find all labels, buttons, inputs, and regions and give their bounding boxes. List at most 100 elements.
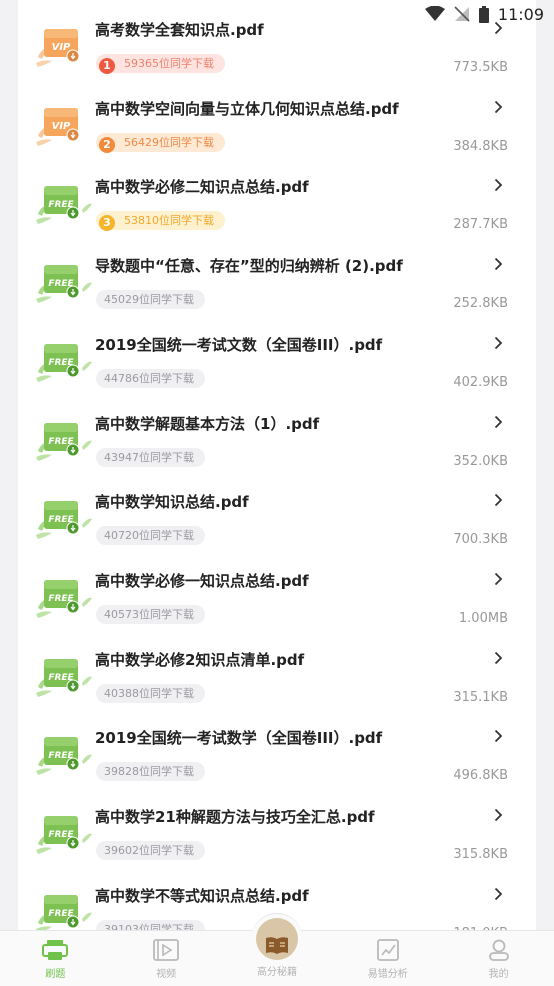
status-time: 11:09	[497, 4, 544, 24]
free-file-icon: FREE	[36, 810, 96, 854]
file-size: 287.7KB	[453, 217, 508, 233]
analysis-icon	[376, 939, 399, 961]
file-row[interactable]: VIP 高中数学空间向量与立体几何知识点总结.pdf 2 56429位同学下载 384…	[18, 78, 536, 157]
nav-item-practice[interactable]: 刷题	[0, 931, 111, 986]
free-file-icon: FREE	[36, 889, 96, 930]
download-count-badge: 39828位同学下载	[96, 762, 205, 782]
no-signal-icon	[454, 6, 470, 22]
wifi-icon	[424, 6, 445, 21]
file-row[interactable]: FREE 2019全国统一考试数学（全国卷III）.pdf 39828位同学下载 4…	[18, 707, 536, 786]
download-count-badge: 40573位同学下载	[96, 604, 205, 624]
bottom-nav: 刷题 视频 高分秘籍 易错分析 我的	[0, 913, 554, 986]
practice-icon	[42, 940, 69, 960]
file-size: 773.5KB	[453, 60, 508, 75]
download-count-badge: 40388位同学下载	[96, 683, 205, 703]
profile-icon	[488, 939, 509, 961]
file-size: 402.9KB	[453, 374, 508, 390]
download-count: 39828位同学下载	[104, 765, 194, 779]
file-row[interactable]: FREE 高中数学必修2知识点清单.pdf 40388位同学下载 315.1KB	[18, 629, 536, 708]
chevron-right-icon	[494, 100, 503, 114]
vip-file-icon: VIP	[36, 23, 96, 67]
file-row[interactable]: FREE 导数题中“任意、存在”型的归纳辨析 (2).pdf 45029位同学下载…	[18, 235, 536, 314]
file-row[interactable]: FREE 高中数学必修一知识点总结.pdf 40573位同学下载 1.00MB	[18, 550, 536, 629]
nav-label-practice: 刷题	[45, 969, 66, 980]
chevron-right-icon	[494, 729, 503, 743]
file-title: 导数题中“任意、存在”型的归纳辨析 (2).pdf	[95, 257, 403, 276]
download-count: 43947位同学下载	[104, 450, 194, 464]
free-file-icon: FREE	[36, 731, 96, 776]
file-size: 352.0KB	[453, 453, 508, 469]
file-title: 高中数学必修二知识点总结.pdf	[95, 178, 309, 197]
free-file-icon: FREE	[36, 417, 96, 461]
download-count-badge: 39602位同学下载	[96, 841, 205, 860]
battery-icon	[478, 5, 489, 23]
file-size: 1.00MB	[458, 610, 508, 626]
download-count-badge: 43947位同学下载	[96, 447, 205, 467]
file-row[interactable]: FREE 高中数学解题基本方法（1）.pdf 43947位同学下载 352.0KB	[18, 393, 536, 472]
free-file-icon: FREE	[36, 653, 96, 697]
document-list[interactable]: VIP 高考数学全套知识点.pdf 1 59365位同学下载 773.5KB VIP …	[18, 0, 536, 930]
status-bar: 11:09	[0, 0, 554, 28]
download-count-badge: 40720位同学下载	[96, 526, 205, 546]
download-count-badge: 3 53810位同学下载	[96, 211, 225, 232]
file-size: 252.8KB	[453, 296, 508, 312]
chevron-right-icon	[494, 493, 503, 507]
download-count: 39602位同学下载	[104, 844, 194, 857]
file-title: 高中数学不等式知识点总结.pdf	[95, 886, 309, 905]
chevron-right-icon	[494, 572, 503, 586]
download-count: 45029位同学下载	[104, 293, 194, 307]
file-title: 2019全国统一考试文数（全国卷III）.pdf	[95, 335, 383, 354]
download-count: 40720位同学下载	[104, 529, 194, 543]
rank-number: 1	[99, 58, 115, 74]
nav-label-profile: 我的	[488, 969, 509, 980]
free-file-icon: FREE	[36, 495, 96, 540]
file-row[interactable]: FREE 高中数学知识总结.pdf 40720位同学下载 700.3KB	[18, 471, 536, 550]
video-icon	[153, 939, 180, 961]
file-title: 2019全国统一考试数学（全国卷III）.pdf	[95, 729, 383, 748]
svg-text:VIP: VIP	[52, 121, 71, 132]
file-row[interactable]: FREE 高中数学21种解题方法与技巧全汇总.pdf 39602位同学下载 315.…	[18, 786, 536, 865]
file-title: 高中数学知识总结.pdf	[95, 493, 249, 512]
file-size: 315.8KB	[453, 847, 508, 862]
file-row[interactable]: FREE 2019全国统一考试文数（全国卷III）.pdf 44786位同学下载 4…	[18, 314, 536, 393]
download-count-badge: 1 59365位同学下载	[96, 54, 225, 74]
file-size: 700.3KB	[453, 532, 508, 548]
download-count-badge: 39103位同学下载	[96, 919, 205, 930]
file-row[interactable]: FREE 高中数学必修二知识点总结.pdf 3 53810位同学下载 287.7KB	[18, 156, 536, 235]
file-size: 384.8KB	[453, 138, 508, 154]
download-count: 59365位同学下载	[124, 57, 214, 70]
download-count: 39103位同学下载	[104, 922, 194, 930]
file-size: 496.8KB	[453, 768, 508, 784]
download-count: 40573位同学下载	[104, 607, 194, 621]
svg-text:VIP: VIP	[52, 42, 71, 53]
free-file-icon: FREE	[36, 338, 96, 382]
chevron-right-icon	[494, 887, 503, 901]
free-file-icon: FREE	[36, 259, 96, 304]
download-count-badge: 2 56429位同学下载	[96, 132, 225, 153]
rank-number: 3	[99, 215, 115, 232]
download-count: 53810位同学下载	[124, 214, 214, 228]
chevron-right-icon	[494, 415, 503, 429]
chevron-right-icon	[494, 178, 503, 192]
nav-label-tips: 高分秘籍	[256, 967, 297, 978]
rank-number: 2	[99, 136, 115, 153]
nav-item-profile[interactable]: 我的	[443, 931, 554, 986]
book-icon	[265, 937, 288, 954]
file-title: 高中数学解题基本方法（1）.pdf	[95, 414, 320, 433]
vip-file-icon: VIP	[36, 102, 96, 146]
nav-item-video[interactable]: 视频	[111, 931, 222, 986]
nav-item-tips[interactable]: 高分秘籍	[222, 913, 333, 986]
free-file-icon: FREE	[36, 180, 96, 225]
nav-label-video: 视频	[156, 969, 177, 980]
download-count: 56429位同学下载	[124, 135, 214, 149]
nav-item-analysis[interactable]: 易错分析	[332, 931, 443, 986]
download-count: 44786位同学下载	[104, 371, 194, 385]
free-file-icon: FREE	[36, 574, 96, 618]
download-count-badge: 44786位同学下载	[96, 368, 205, 388]
file-title: 高中数学必修2知识点清单.pdf	[95, 650, 305, 669]
file-title: 高中数学21种解题方法与技巧全汇总.pdf	[95, 808, 375, 826]
download-count: 40388位同学下载	[104, 686, 194, 700]
download-count-badge: 45029位同学下载	[96, 290, 205, 310]
chevron-right-icon	[494, 257, 503, 271]
file-size: 315.1KB	[453, 689, 508, 705]
